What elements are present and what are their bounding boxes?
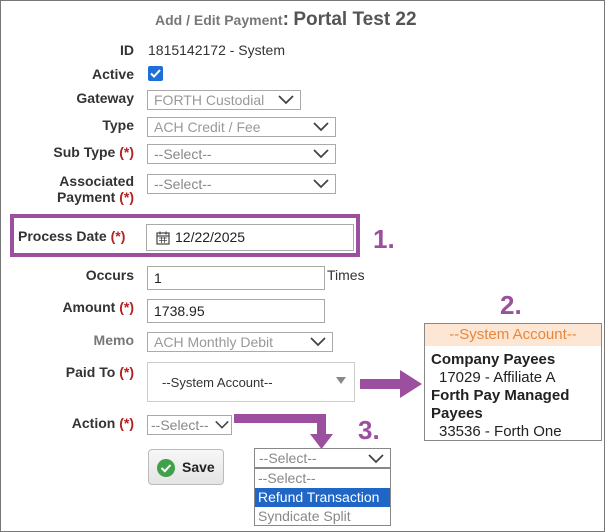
gateway-select[interactable]: FORTH Custodial xyxy=(147,90,301,110)
action-option-select[interactable]: --Select-- xyxy=(255,469,390,488)
id-value: 1815142172 - System xyxy=(148,42,285,58)
page-title-name: Portal Test 22 xyxy=(293,9,417,30)
active-checkbox[interactable] xyxy=(148,66,163,81)
annotation-step-3: 3. xyxy=(358,415,380,445)
associated-payment-select[interactable]: --Select-- xyxy=(147,174,336,194)
id-label: ID xyxy=(120,42,134,58)
action-select[interactable]: --Select-- xyxy=(147,415,232,435)
chevron-down-icon xyxy=(313,122,329,132)
page-title-colon: : xyxy=(282,9,289,30)
amount-label: Amount (*) xyxy=(0,299,134,315)
action-option-syndicate-split[interactable]: Syndicate Split xyxy=(255,507,390,526)
chevron-down-icon xyxy=(313,179,329,189)
occurs-suffix: Times xyxy=(327,267,365,283)
save-button[interactable]: Save xyxy=(148,449,224,485)
gateway-label: Gateway xyxy=(76,90,134,106)
sub-type-label: Sub Type (*) xyxy=(0,144,134,160)
occurs-value: 1 xyxy=(154,270,162,286)
paid-to-select[interactable]: --System Account-- xyxy=(147,362,355,402)
type-value: ACH Credit / Fee xyxy=(154,119,261,135)
required-marker: (*) xyxy=(119,144,134,160)
caret-down-icon xyxy=(336,377,346,384)
required-marker: (*) xyxy=(119,299,134,315)
active-label: Active xyxy=(91,66,134,82)
annotation-step-2: 2. xyxy=(500,290,522,320)
memo-select[interactable]: ACH Monthly Debit xyxy=(147,332,333,352)
chevron-down-icon xyxy=(368,454,384,464)
sub-type-select[interactable]: --Select-- xyxy=(147,144,336,164)
process-date-label-text: Process Date xyxy=(18,228,107,244)
chevron-down-icon xyxy=(310,337,326,347)
annotation-step-1: 1. xyxy=(373,224,395,254)
associated-label-line1: Associated xyxy=(59,173,134,189)
payee-option[interactable]: 17029 - Affiliate A xyxy=(425,369,601,387)
process-date-label: Process Date (*) xyxy=(18,228,125,244)
associated-payment-value: --Select-- xyxy=(154,176,212,192)
type-label: Type xyxy=(102,117,134,133)
memo-value: ACH Monthly Debit xyxy=(154,334,274,350)
paid-to-label-text: Paid To xyxy=(65,364,116,380)
chevron-down-icon xyxy=(313,149,329,159)
action-options-list: --Select-- Refund Transaction Syndicate … xyxy=(254,468,391,526)
arrow-down-icon xyxy=(234,414,333,449)
amount-label-text: Amount xyxy=(62,299,116,315)
checkmark-circle-icon xyxy=(157,459,175,477)
action-dropdown-value: --Select-- xyxy=(259,450,317,466)
paid-to-label: Paid To (*) xyxy=(0,364,134,380)
payee-group-label: Forth Pay Managed Payees xyxy=(431,387,570,422)
payee-option[interactable]: 33536 - Forth One xyxy=(425,423,601,441)
required-marker: (*) xyxy=(119,364,134,380)
paid-to-option-system-account[interactable]: --System Account-- xyxy=(425,324,601,346)
gateway-value: FORTH Custodial xyxy=(154,92,265,108)
associated-label-text: Payment xyxy=(56,189,116,205)
chevron-down-icon xyxy=(278,95,294,105)
payee-group-label: Company Payees xyxy=(431,351,556,368)
action-label-text: Action xyxy=(71,415,116,431)
type-select[interactable]: ACH Credit / Fee xyxy=(147,117,336,137)
occurs-input[interactable]: 1 xyxy=(147,266,325,290)
page-title: Add / Edit Payment: Portal Test 22 xyxy=(155,9,417,31)
associated-label-line2: Payment (*) xyxy=(0,189,134,205)
calendar-icon xyxy=(156,231,170,245)
action-option-refund-transaction[interactable]: Refund Transaction xyxy=(255,488,390,507)
paid-to-value: --System Account-- xyxy=(162,375,273,390)
action-dropdown-header[interactable]: --Select-- xyxy=(254,448,391,468)
process-date-input[interactable]: 12/22/2025 xyxy=(146,224,354,251)
occurs-label: Occurs xyxy=(85,267,134,283)
sub-type-value: --Select-- xyxy=(154,146,212,162)
chevron-down-icon xyxy=(215,420,229,429)
required-marker: (*) xyxy=(119,415,134,431)
action-dropdown-open[interactable]: --Select-- --Select-- Refund Transaction… xyxy=(254,448,391,527)
action-value: --Select-- xyxy=(151,417,209,433)
page-title-prefix: Add / Edit Payment xyxy=(155,12,283,28)
memo-label: Memo xyxy=(93,332,134,348)
arrow-right-icon xyxy=(360,370,422,398)
action-label: Action (*) xyxy=(0,415,134,431)
save-button-label: Save xyxy=(182,459,215,475)
required-marker: (*) xyxy=(110,228,126,244)
required-marker: (*) xyxy=(119,189,134,205)
amount-input[interactable]: 1738.95 xyxy=(147,299,325,323)
checkmark-icon xyxy=(150,69,161,78)
amount-value: 1738.95 xyxy=(154,303,205,319)
sub-type-label-text: Sub Type xyxy=(53,144,116,160)
paid-to-options-panel: --System Account-- Company Payees 17029 … xyxy=(424,323,602,441)
process-date-value: 12/22/2025 xyxy=(175,229,246,245)
